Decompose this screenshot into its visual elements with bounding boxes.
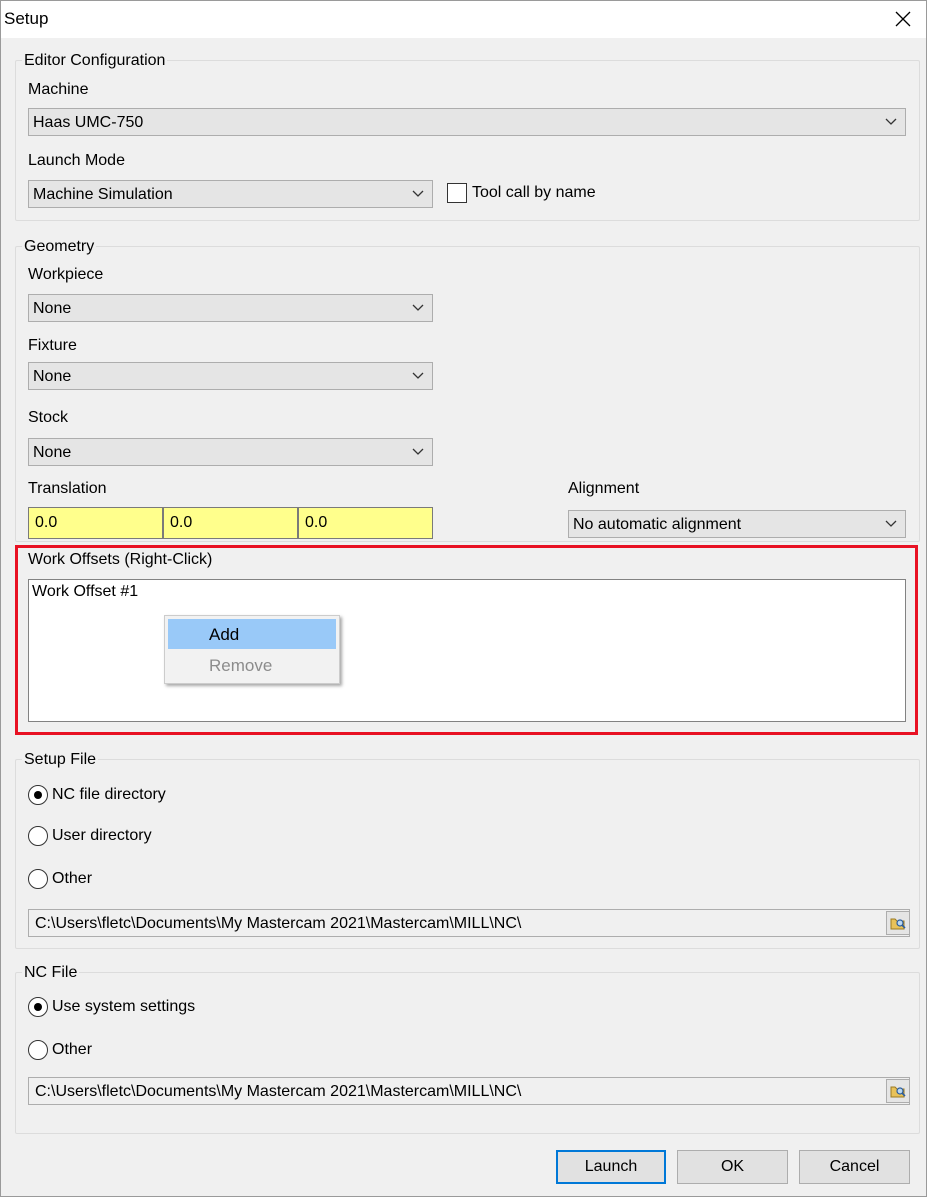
menu-item-remove-label: Remove: [209, 656, 273, 675]
workpiece-label: Workpiece: [28, 266, 104, 283]
nc-file-legend: NC File: [22, 964, 80, 982]
fixture-dropdown[interactable]: None: [28, 362, 433, 390]
list-item[interactable]: Work Offset #1: [32, 583, 138, 601]
setup-file-path-value: C:\Users\fletc\Documents\My Mastercam 20…: [35, 915, 522, 932]
launch-mode-value: Machine Simulation: [33, 186, 173, 203]
radio-user-directory[interactable]: [28, 826, 48, 846]
alignment-label: Alignment: [568, 480, 640, 497]
translation-z-field[interactable]: 0.0: [298, 507, 433, 539]
translation-label: Translation: [28, 480, 107, 497]
chevron-down-icon: [412, 448, 424, 455]
title-bar: [0, 0, 927, 38]
radio-label-nc-file-directory: NC file directory: [52, 786, 166, 803]
folder-search-icon: [890, 1086, 906, 1098]
stock-label: Stock: [28, 409, 69, 426]
close-button[interactable]: [885, 2, 921, 36]
radio-use-system-settings[interactable]: [28, 997, 48, 1017]
workpiece-value: None: [33, 300, 72, 317]
fixture-value: None: [33, 368, 72, 385]
translation-x-field[interactable]: 0.0: [28, 507, 163, 539]
radio-nc-other[interactable]: [28, 1040, 48, 1060]
radio-label-nc-other: Other: [52, 1041, 93, 1058]
workpiece-dropdown[interactable]: None: [28, 294, 433, 322]
tool-call-checkbox[interactable]: [447, 183, 467, 203]
machine-label: Machine: [28, 81, 89, 98]
translation-y-field[interactable]: 0.0: [163, 507, 298, 539]
stock-value: None: [33, 444, 72, 461]
chevron-down-icon: [885, 520, 897, 527]
alignment-value: No automatic alignment: [573, 516, 742, 533]
setup-file-legend: Setup File: [22, 751, 99, 769]
radio-label-use-system-settings: Use system settings: [52, 998, 196, 1015]
nc-file-path-field[interactable]: C:\Users\fletc\Documents\My Mastercam 20…: [28, 1077, 910, 1105]
work-offsets-label: Work Offsets (Right-Click): [28, 551, 213, 568]
editor-configuration-legend: Editor Configuration: [22, 52, 168, 70]
nc-file-path-value: C:\Users\fletc\Documents\My Mastercam 20…: [35, 1083, 522, 1100]
radio-nc-file-directory[interactable]: [28, 785, 48, 805]
menu-item-add-label: Add: [209, 625, 240, 644]
setup-file-path-field[interactable]: C:\Users\fletc\Documents\My Mastercam 20…: [28, 909, 910, 937]
nc-file-browse-button[interactable]: [886, 1079, 910, 1103]
launch-button[interactable]: Launch: [556, 1150, 666, 1184]
cancel-button[interactable]: Cancel: [799, 1150, 910, 1184]
setup-file-browse-button[interactable]: [886, 911, 910, 935]
fixture-label: Fixture: [28, 337, 77, 354]
machine-dropdown[interactable]: Haas UMC-750: [28, 108, 906, 136]
alignment-dropdown[interactable]: No automatic alignment: [568, 510, 906, 538]
window-title: Setup: [4, 9, 49, 28]
geometry-legend: Geometry: [22, 238, 97, 256]
radio-label-setup-other: Other: [52, 870, 93, 887]
ok-button[interactable]: OK: [677, 1150, 788, 1184]
radio-setup-other[interactable]: [28, 869, 48, 889]
translation-x-value: 0.0: [35, 514, 58, 531]
menu-item-add[interactable]: Add: [168, 619, 336, 649]
geometry-group: [15, 246, 920, 542]
launch-mode-label: Launch Mode: [28, 152, 125, 169]
chevron-down-icon: [885, 118, 897, 125]
translation-y-value: 0.0: [170, 514, 193, 531]
chevron-down-icon: [412, 372, 424, 379]
nc-file-group: [15, 972, 920, 1134]
context-menu: Add Remove: [164, 615, 340, 684]
chevron-down-icon: [412, 190, 424, 197]
launch-mode-dropdown[interactable]: Machine Simulation: [28, 180, 433, 208]
close-icon: [895, 11, 911, 27]
menu-item-remove: Remove: [168, 651, 336, 680]
tool-call-label: Tool call by name: [472, 184, 596, 201]
machine-value: Haas UMC-750: [33, 114, 144, 131]
folder-search-icon: [890, 918, 906, 930]
chevron-down-icon: [412, 304, 424, 311]
translation-z-value: 0.0: [305, 514, 328, 531]
radio-label-user-directory: User directory: [52, 827, 152, 844]
stock-dropdown[interactable]: None: [28, 438, 433, 466]
work-offsets-list[interactable]: Work Offset #1: [28, 579, 906, 722]
